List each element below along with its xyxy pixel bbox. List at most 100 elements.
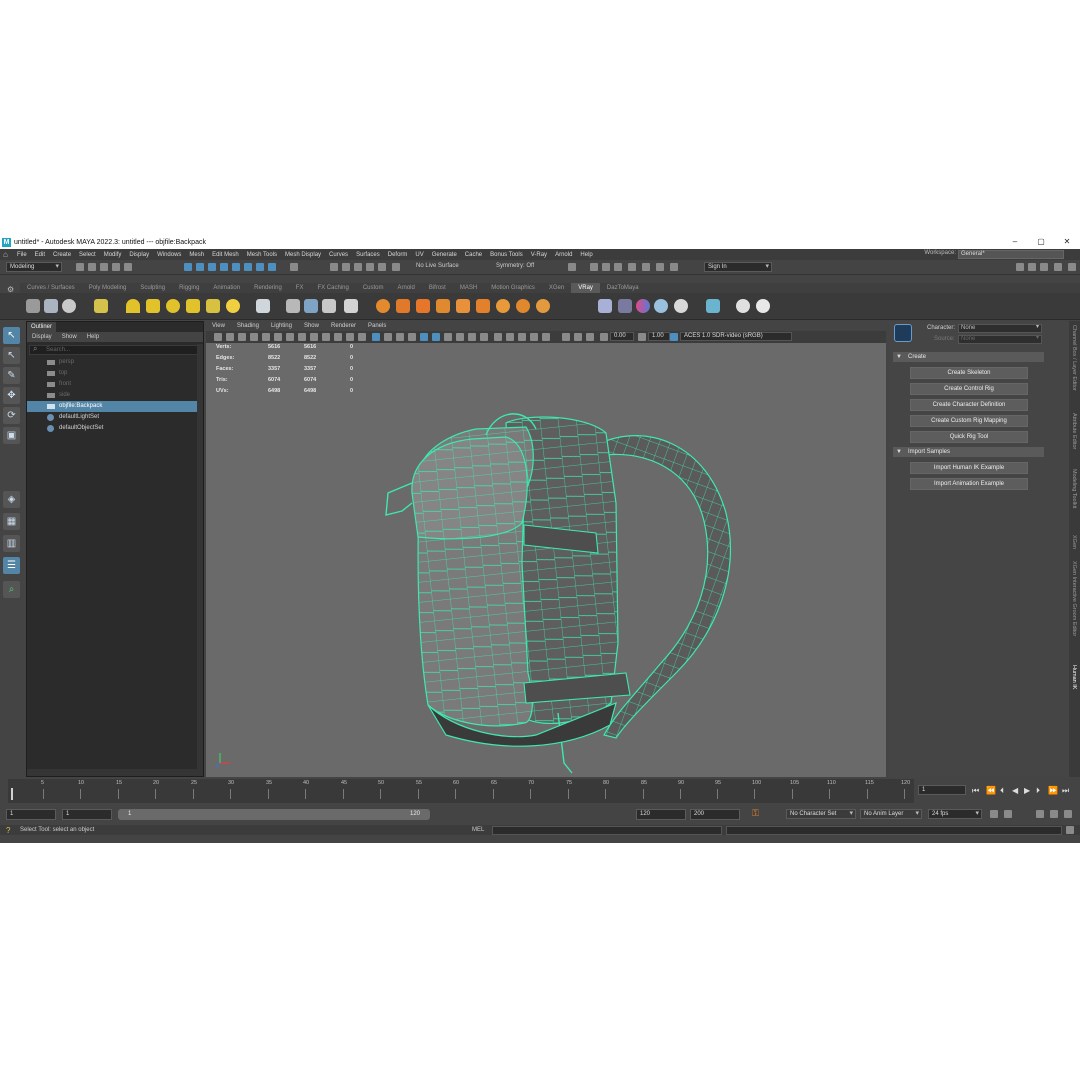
menu-cache[interactable]: Cache: [461, 252, 486, 258]
displacement-icon[interactable]: [344, 299, 358, 313]
shelf-tab-rigging[interactable]: Rigging: [172, 283, 206, 293]
outliner-item-persp[interactable]: persp: [27, 357, 197, 368]
isolate-select-icon[interactable]: [506, 333, 514, 341]
export-proxy-icon[interactable]: [304, 299, 318, 313]
outliner-item-backpack[interactable]: objfile:Backpack: [27, 401, 197, 412]
scale-tool-icon[interactable]: ▣: [3, 427, 20, 444]
scene-converter-icon[interactable]: [706, 299, 720, 313]
select-by-object-icon[interactable]: [196, 263, 204, 271]
outliner-layout-icon[interactable]: ☰: [3, 557, 20, 574]
exposure-field[interactable]: 0.00: [610, 332, 634, 341]
snap-vertex-icon[interactable]: [392, 263, 400, 271]
menu-vray[interactable]: V-Ray: [527, 252, 551, 258]
color-space-dropdown[interactable]: ACES 1.0 SDR-video (sRGB): [680, 332, 792, 341]
menu-select[interactable]: Select: [75, 252, 100, 258]
vray-vfb-icon[interactable]: [598, 299, 612, 313]
import-animation-example-button[interactable]: Import Animation Example: [910, 478, 1028, 490]
snap-view-icon[interactable]: [366, 263, 374, 271]
pick-mask-icon[interactable]: [268, 263, 276, 271]
side-tab-channel-box[interactable]: Channel Box / Layer Editor: [1071, 325, 1077, 391]
select-camera-icon[interactable]: [214, 333, 222, 341]
two-view-layout-icon[interactable]: ▥: [3, 535, 20, 552]
menu-edit-mesh[interactable]: Edit Mesh: [208, 252, 243, 258]
symmetry-label[interactable]: Symmetry: Off: [496, 263, 534, 269]
dome-light-icon[interactable]: [126, 299, 140, 313]
shelf-tab-mash[interactable]: MASH: [453, 283, 484, 293]
exposure-icon[interactable]: [562, 333, 570, 341]
camera-attributes-icon[interactable]: [226, 333, 234, 341]
home-icon[interactable]: ⌂: [3, 250, 13, 259]
gate-mask-icon[interactable]: [322, 333, 330, 341]
rect-light-icon[interactable]: [146, 299, 160, 313]
render-setup-icon[interactable]: [656, 263, 664, 271]
menu-deform[interactable]: Deform: [384, 252, 412, 258]
quick-rig-tool-button[interactable]: Quick Rig Tool: [910, 431, 1028, 443]
layout-icon[interactable]: [1068, 263, 1076, 271]
character-set-dropdown[interactable]: No Character Set: [786, 809, 856, 819]
toon-icon[interactable]: [456, 299, 470, 313]
ipr-render-icon[interactable]: [614, 263, 622, 271]
vray-frame-buffer-icon[interactable]: [44, 299, 58, 313]
create-custom-rig-mapping-button[interactable]: Create Custom Rig Mapping: [910, 415, 1028, 427]
select-tool-icon[interactable]: ↖: [3, 327, 20, 344]
menu-edit[interactable]: Edit: [31, 252, 49, 258]
pick-mask-icon[interactable]: [244, 263, 252, 271]
field-chart-icon[interactable]: [334, 333, 342, 341]
sign-in-dropdown[interactable]: Sign In: [704, 262, 772, 272]
shelf-tab-sculpting[interactable]: Sculpting: [133, 283, 172, 293]
shelf-tab-motion-graphics[interactable]: Motion Graphics: [484, 283, 542, 293]
viewport-menu-shading[interactable]: Shading: [231, 321, 265, 331]
menu-set-dropdown[interactable]: Modeling: [6, 262, 62, 272]
smooth-shade-icon[interactable]: [384, 333, 392, 341]
viewport-menu-renderer[interactable]: Renderer: [325, 321, 362, 331]
resolution-gate-icon[interactable]: [310, 333, 318, 341]
menu-surfaces[interactable]: Surfaces: [352, 252, 384, 258]
anim-layer-dropdown[interactable]: No Anim Layer: [860, 809, 922, 819]
paint-select-icon[interactable]: ✎: [3, 367, 20, 384]
menu-curves[interactable]: Curves: [325, 252, 352, 258]
vray-plane-icon[interactable]: [256, 299, 270, 313]
lighting-analysis-icon[interactable]: [674, 299, 688, 313]
step-back-frame-icon[interactable]: ⏴: [1000, 786, 1004, 796]
redo-icon[interactable]: [124, 263, 132, 271]
xray-joints-icon[interactable]: [530, 333, 538, 341]
multisample-aa-icon[interactable]: [480, 333, 488, 341]
vray-settings-icon[interactable]: [94, 299, 108, 313]
create-character-definition-button[interactable]: Create Character Definition: [910, 399, 1028, 411]
render-sequence-icon[interactable]: [602, 263, 610, 271]
workspace-dropdown[interactable]: General*: [958, 250, 1064, 259]
material-library-icon[interactable]: [654, 299, 668, 313]
menu-generate[interactable]: Generate: [428, 252, 461, 258]
menu-uv[interactable]: UV: [411, 252, 427, 258]
create-skeleton-button[interactable]: Create Skeleton: [910, 367, 1028, 379]
outliner-vertical-scrollbar[interactable]: [197, 344, 203, 774]
stochastic-flakes-icon[interactable]: [536, 299, 550, 313]
xray-components-icon[interactable]: [542, 333, 550, 341]
shadows-icon[interactable]: [444, 333, 452, 341]
history-icon[interactable]: [568, 263, 576, 271]
shelf-tab-bifrost[interactable]: Bifrost: [422, 283, 453, 293]
view-transform-icon[interactable]: [586, 333, 594, 341]
fur-icon[interactable]: [322, 299, 336, 313]
sun-light-icon[interactable]: [226, 299, 240, 313]
go-to-end-icon[interactable]: ⏭: [1062, 786, 1069, 796]
go-to-start-icon[interactable]: ⏮: [972, 786, 979, 796]
shelf-tab-custom[interactable]: Custom: [356, 283, 391, 293]
outliner-menu-display[interactable]: Display: [27, 332, 57, 342]
channel-box-icon[interactable]: [1054, 263, 1062, 271]
use-all-lights-icon[interactable]: [432, 333, 440, 341]
maximize-button[interactable]: ▢: [1028, 235, 1054, 249]
step-forward-key-icon[interactable]: ⏩: [1048, 786, 1058, 795]
2d-pan-zoom-icon[interactable]: [262, 333, 270, 341]
step-forward-frame-icon[interactable]: ⏵: [1036, 786, 1040, 796]
mel-command-input[interactable]: [492, 826, 722, 835]
menu-help[interactable]: Help: [576, 252, 596, 258]
shelf-tab-curves-surfaces[interactable]: Curves / Surfaces: [20, 283, 82, 293]
outliner-search-input[interactable]: Search...: [29, 345, 201, 355]
outliner-horizontal-scrollbar[interactable]: [27, 769, 203, 776]
pick-mask-icon[interactable]: [220, 263, 228, 271]
create-control-rig-button[interactable]: Create Control Rig: [910, 383, 1028, 395]
fps-dropdown[interactable]: 24 fps: [928, 809, 982, 819]
step-back-key-icon[interactable]: ⏪: [986, 786, 996, 795]
menu-file[interactable]: File: [13, 252, 31, 258]
